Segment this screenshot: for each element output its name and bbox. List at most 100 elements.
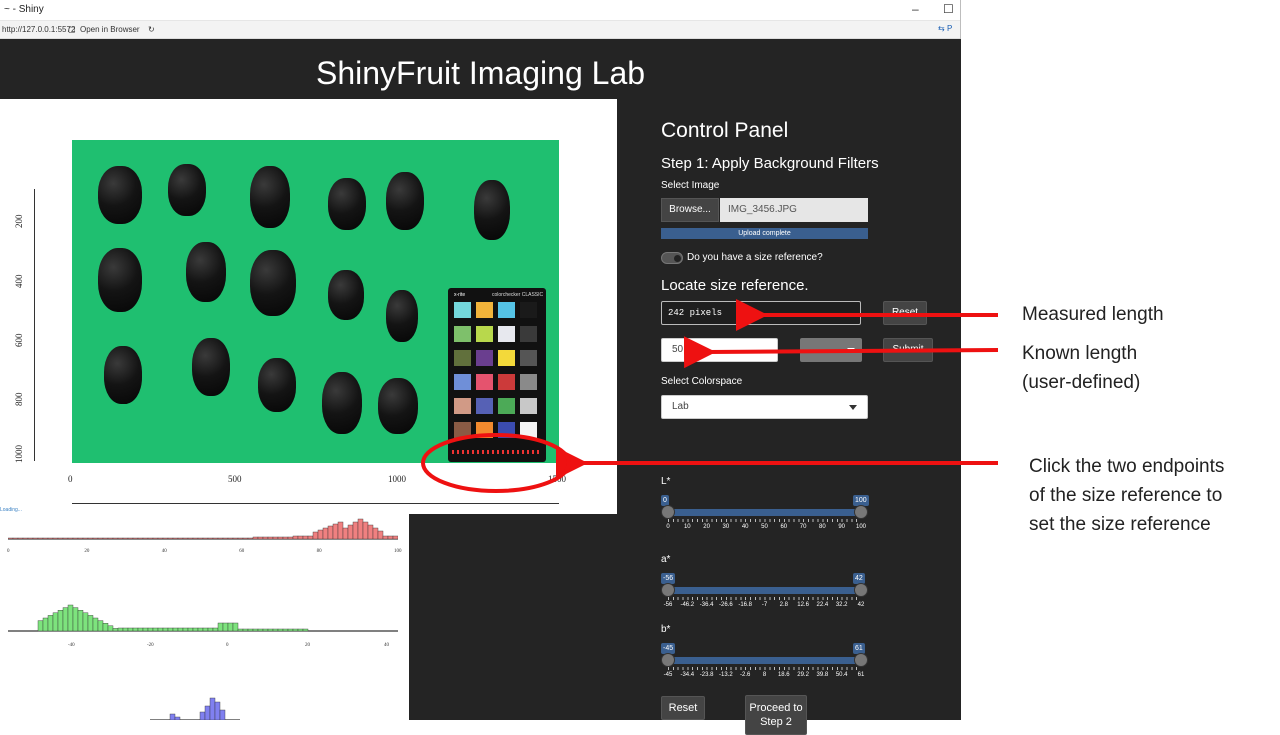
histogram-bar xyxy=(152,627,159,632)
histogram-bar xyxy=(47,537,54,540)
histogram-bar xyxy=(382,535,389,540)
slider-max-handle[interactable] xyxy=(854,505,868,519)
color-patch xyxy=(454,302,471,318)
histogram-l xyxy=(8,518,398,540)
histogram-bar xyxy=(212,537,219,540)
app-title: ShinyFruit Imaging Lab xyxy=(315,55,646,91)
slider-min-handle[interactable] xyxy=(661,653,675,667)
histogram-bar xyxy=(142,537,149,540)
blackberry xyxy=(386,172,424,230)
histogram-bar xyxy=(242,537,249,540)
histogram-bar xyxy=(192,537,199,540)
blackberry xyxy=(258,358,296,412)
color-patch xyxy=(520,326,537,342)
size-reference-ruler[interactable] xyxy=(452,450,542,454)
slider-track[interactable] xyxy=(668,509,861,516)
histogram-bar xyxy=(357,518,364,540)
browse-button[interactable]: Browse... xyxy=(661,198,719,222)
color-patch xyxy=(520,422,537,438)
histogram-a xyxy=(8,604,398,632)
fruit-photo[interactable]: x-rite colorchecker CLASSIC xyxy=(72,140,559,463)
colorchecker-brand: x-rite xyxy=(454,292,466,298)
histogram-bar xyxy=(107,625,114,632)
measured-length-field[interactable]: 242 pixels xyxy=(661,301,861,325)
histogram-bar xyxy=(147,627,154,632)
histogram-bar xyxy=(102,537,109,540)
histogram-bar xyxy=(62,537,69,540)
histogram-bar xyxy=(57,609,64,632)
histogram-bar xyxy=(209,697,216,720)
y-tick-label: 200 xyxy=(14,214,24,229)
slider-min-handle[interactable] xyxy=(661,583,675,597)
known-length-input[interactable]: 50 xyxy=(661,338,778,362)
color-patch xyxy=(476,422,493,438)
slider-label: L* xyxy=(661,476,671,487)
histogram-bar xyxy=(232,537,239,540)
slider-max-handle[interactable] xyxy=(854,653,868,667)
publish-icon[interactable]: ⇆ xyxy=(938,24,945,33)
blackberry xyxy=(250,250,296,316)
histogram-bar xyxy=(372,527,379,540)
file-name-field[interactable]: IMG_3456.JPG xyxy=(720,198,868,222)
histogram-bar xyxy=(182,627,189,632)
slider-track[interactable] xyxy=(668,587,861,594)
maximize-icon[interactable]: ☐ xyxy=(943,2,954,16)
histogram-bar xyxy=(162,537,169,540)
slider-min-handle[interactable] xyxy=(661,505,675,519)
histogram-bar xyxy=(172,537,179,540)
histogram-bar xyxy=(312,531,319,540)
colorspace-select[interactable]: Lab xyxy=(661,395,868,419)
histogram-bar xyxy=(277,536,284,540)
histogram-bar xyxy=(57,537,64,540)
blackberry xyxy=(322,372,362,434)
histogram-bar xyxy=(42,537,49,540)
histogram-bar xyxy=(47,615,54,632)
histogram-bar xyxy=(177,627,184,632)
open-in-browser-button[interactable]: Open in Browser xyxy=(80,25,140,34)
histogram-bar xyxy=(22,537,29,540)
histogram-bar xyxy=(367,524,374,540)
histogram-bar xyxy=(257,536,264,540)
unit-select[interactable] xyxy=(800,338,862,362)
colorchecker-label: colorchecker CLASSIC xyxy=(492,292,544,298)
proceed-step2-button[interactable]: Proceed to Step 2 xyxy=(745,695,807,735)
histogram-bar xyxy=(222,622,229,632)
slider-max-handle[interactable] xyxy=(854,583,868,597)
histogram-bar xyxy=(252,536,259,540)
publish-fragment[interactable]: ⇆ P xyxy=(938,24,952,33)
submit-button[interactable]: Submit xyxy=(883,338,933,362)
slider-tick-label: 30 xyxy=(722,524,730,530)
color-patch xyxy=(498,350,515,366)
publish-label[interactable]: P xyxy=(947,24,952,33)
histogram-bar xyxy=(202,537,209,540)
size-reference-toggle[interactable] xyxy=(661,252,683,264)
histogram-bar xyxy=(197,537,204,540)
open-in-browser-icon[interactable]: ▢ xyxy=(68,25,76,34)
y-axis xyxy=(34,189,35,461)
histogram-bar xyxy=(267,536,274,540)
histogram-bar xyxy=(307,535,314,540)
reset-reference-button[interactable]: Reset xyxy=(883,301,927,325)
slider-track[interactable] xyxy=(668,657,861,664)
slider-label: a* xyxy=(661,554,671,565)
color-patch xyxy=(454,350,471,366)
slider-tick-label: 80 xyxy=(819,524,826,530)
address-url[interactable]: http://127.0.0.1:5572 xyxy=(2,25,75,34)
histogram-bar xyxy=(342,527,349,540)
refresh-icon[interactable]: ↻ xyxy=(148,25,155,34)
histogram-tick-label: -20 xyxy=(147,643,154,648)
shiny-app: ShinyFruit Imaging Lab 200 400 600 800 1000 … xyxy=(0,39,961,735)
histogram-bar xyxy=(87,615,94,632)
minimize-icon[interactable]: – xyxy=(912,2,919,16)
color-patch xyxy=(476,302,493,318)
histogram-bar xyxy=(237,537,244,540)
color-patch xyxy=(476,374,493,390)
histogram-bar xyxy=(82,537,89,540)
colorchecker-card[interactable]: x-rite colorchecker CLASSIC xyxy=(448,288,546,462)
histogram-bar xyxy=(214,701,221,720)
histogram-bar xyxy=(267,628,274,632)
histogram-bar xyxy=(272,628,279,632)
blackberry xyxy=(186,242,226,302)
reset-button[interactable]: Reset xyxy=(661,696,705,720)
histogram-bar xyxy=(219,709,226,720)
